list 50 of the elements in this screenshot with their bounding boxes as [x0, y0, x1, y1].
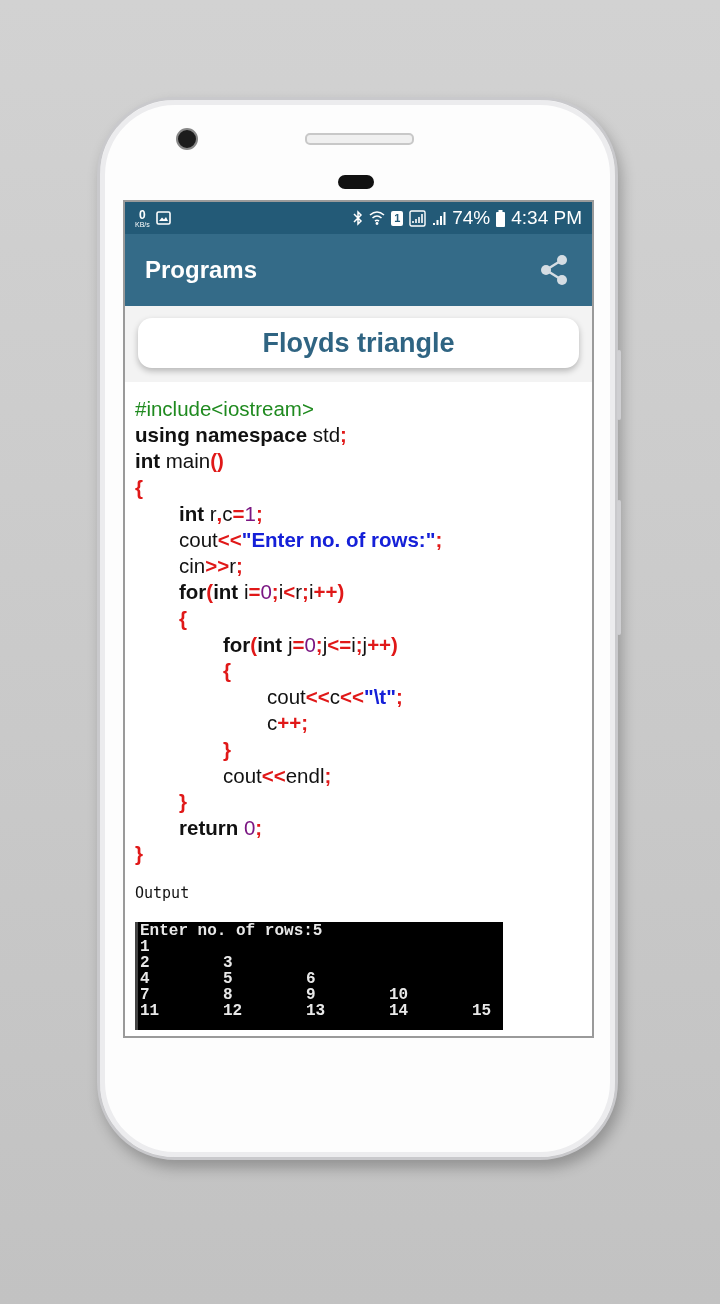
camera-icon [176, 128, 198, 150]
console-text: 15 [472, 1002, 493, 1019]
output-label: Output [135, 883, 191, 902]
code-line: { [222, 658, 232, 685]
console-text: 14 [389, 1002, 410, 1019]
code-line: c++; [266, 710, 310, 737]
code-line: for(int i=0;i<r;i++) [178, 579, 346, 606]
console-text: 9 [306, 986, 317, 1003]
code-line: } [135, 841, 144, 868]
console-text: 1 [140, 938, 151, 955]
code-line: { [178, 605, 188, 632]
console-text: 3 [223, 954, 234, 971]
app-title: Programs [145, 256, 258, 284]
program-title: Floyds triangle [138, 318, 579, 368]
console-text: 4 [140, 970, 151, 987]
console-text: Enter no. of rows:5 [140, 922, 324, 939]
code-line: cout<<c<<"\t"; [266, 684, 404, 711]
code-line: cout<<endl; [222, 762, 333, 789]
data-speed: 0 [139, 208, 146, 221]
console-text: 11 [140, 1002, 161, 1019]
wifi-icon [369, 210, 386, 226]
code-line: #include<iostream> [135, 396, 315, 422]
clock-time: 4:34 PM [511, 207, 582, 229]
console-text: 12 [223, 1002, 244, 1019]
code-line: } [222, 736, 232, 763]
console-text: 13 [306, 1002, 327, 1019]
battery-percent: 74% [452, 207, 491, 229]
console-text: 8 [223, 986, 234, 1003]
code-line: int main() [135, 448, 225, 475]
signal-icon [432, 210, 447, 226]
image-icon [155, 211, 171, 225]
code-line: } [178, 789, 188, 816]
signal-icon [409, 209, 427, 227]
sensor-icon [338, 175, 374, 189]
code-line: cin>>r; [178, 553, 244, 580]
console-text: 6 [306, 970, 317, 987]
code-line: int r,c=1; [178, 500, 264, 527]
console-text: 7 [140, 986, 151, 1003]
code-line: { [135, 474, 144, 501]
code-line: for(int j=0;j<=i;j++) [222, 631, 399, 658]
code-line: return 0; [178, 815, 264, 842]
console-text: 2 [140, 954, 151, 971]
console-text: 5 [223, 970, 234, 987]
share-button[interactable] [538, 254, 570, 286]
bluetooth-icon [353, 210, 364, 226]
code-line: using namespace std; [135, 422, 348, 449]
console-text: 10 [389, 986, 410, 1003]
sim-icon: 1 [391, 210, 404, 226]
code-line: cout<<"Enter no. of rows:"; [178, 527, 444, 553]
battery-icon [496, 209, 506, 227]
